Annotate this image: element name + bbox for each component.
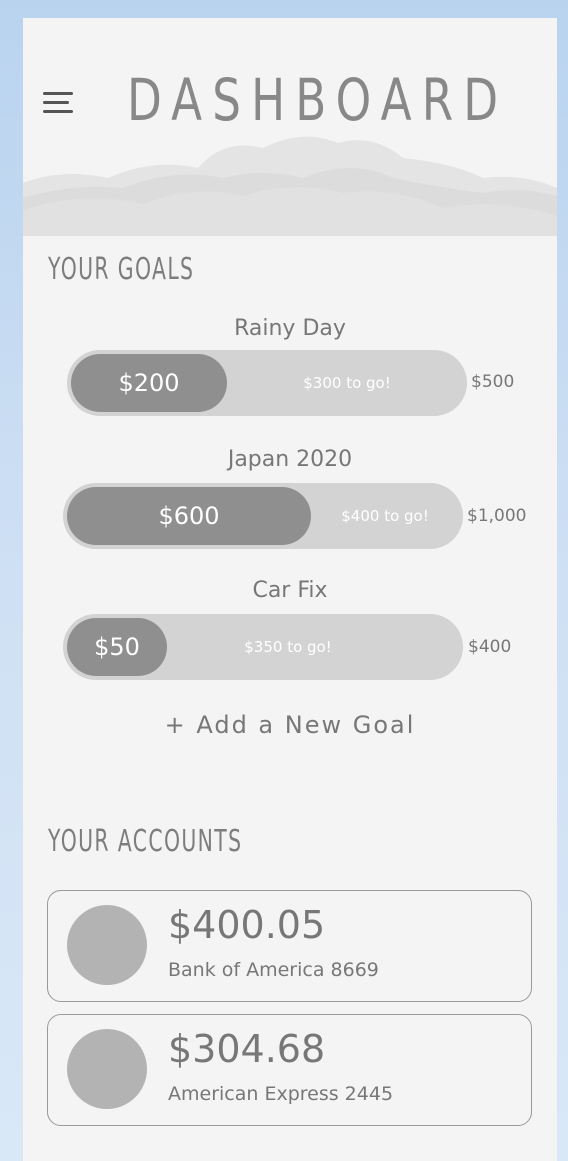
goal-progress-track: $50 $350 to go! [63, 614, 463, 680]
goal-name: Car Fix [252, 578, 328, 603]
goal-progress-track: $600 $400 to go! [63, 483, 463, 549]
goal-name: Rainy Day [234, 316, 346, 341]
goal-saved-amount: $600 [158, 502, 220, 530]
hamburger-menu-icon[interactable] [43, 92, 73, 114]
goal-remaining: $400 to go! [341, 507, 429, 525]
goal-total: $400 [468, 637, 512, 657]
account-name: American Express 2445 [168, 1083, 394, 1105]
dashboard-screen: DASHBOARD YOUR GOALS Rainy Day $200 $300… [23, 18, 557, 1161]
account-card-bank-of-america[interactable]: $400.05 Bank of America 8669 [47, 890, 532, 1002]
goal-progress-fill: $50 [67, 618, 167, 676]
account-card-american-express[interactable]: $304.68 American Express 2445 [47, 1014, 532, 1126]
account-avatar [67, 1029, 147, 1109]
account-balance: $304.68 [168, 1027, 326, 1071]
cloud-header-decoration [23, 18, 557, 258]
goals-section-title: YOUR GOALS [48, 252, 195, 287]
account-balance: $400.05 [168, 903, 326, 947]
goal-progress-fill: $200 [71, 354, 227, 412]
goal-saved-amount: $200 [118, 369, 180, 397]
accounts-section-title: YOUR ACCOUNTS [48, 824, 243, 859]
goal-total: $500 [471, 372, 515, 392]
goal-progress-fill: $600 [67, 487, 311, 545]
account-name: Bank of America 8669 [168, 959, 379, 981]
goal-progress-track: $200 $300 to go! [67, 350, 467, 416]
goal-remaining: $350 to go! [244, 638, 332, 656]
add-goal-button[interactable]: + Add a New Goal [23, 711, 557, 739]
goal-name: Japan 2020 [227, 447, 353, 472]
page-title: DASHBOARD [127, 66, 509, 134]
goal-total: $1,000 [467, 506, 527, 526]
account-avatar [67, 905, 147, 985]
goal-saved-amount: $50 [94, 633, 140, 661]
goal-remaining: $300 to go! [303, 374, 391, 392]
